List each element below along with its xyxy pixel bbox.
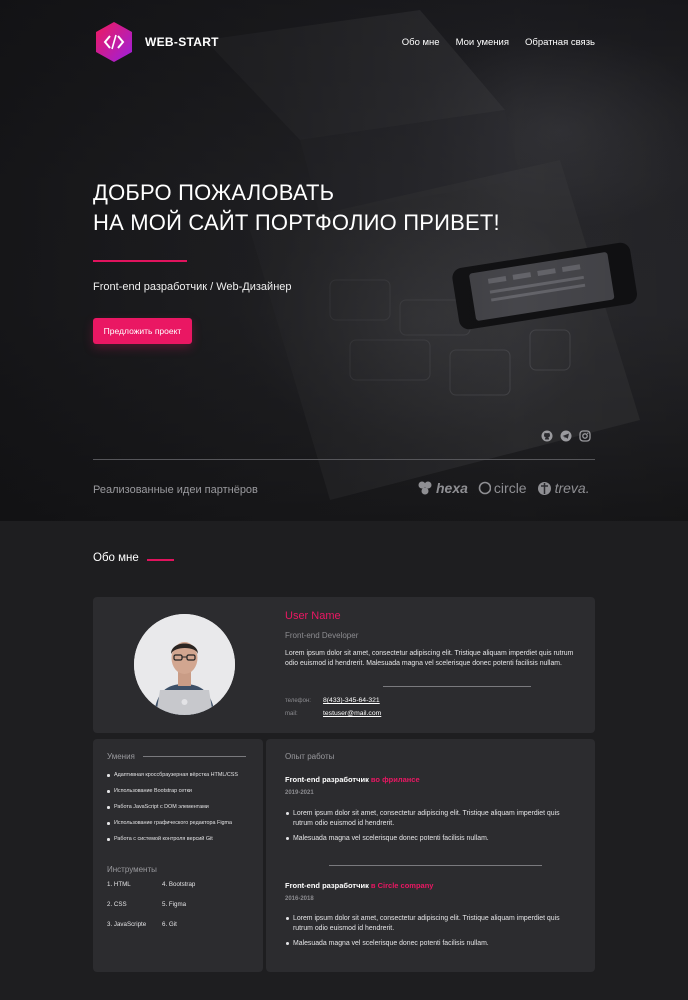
list-item: Lorem ipsum dolor sit amet, consectetur …: [285, 809, 581, 828]
social-links: [541, 429, 591, 442]
phone-link[interactable]: 8(433)-345-64-321: [323, 697, 380, 704]
skills-card: Умения Адаптивная кроссбраузерная вёрстк…: [93, 739, 263, 972]
treva-logo-icon: [537, 481, 551, 495]
experience-divider: [329, 865, 542, 866]
job-role: Front-end разработчик: [285, 775, 371, 784]
skills-title: Умения: [107, 752, 135, 761]
github-icon[interactable]: [541, 429, 553, 442]
avatar: [134, 614, 235, 715]
job-points: Lorem ipsum dolor sit amet, consectetur …: [285, 809, 581, 850]
tool-item: 6. Git: [162, 921, 177, 928]
tools-title: Инструменты: [107, 865, 157, 874]
job-dates: 2019-2021: [285, 790, 314, 796]
list-item: Работа JavaScript с DOM элементами: [106, 804, 238, 820]
tool-item: 5. Figma: [162, 901, 187, 908]
nav-item-about[interactable]: Обо мне: [402, 37, 440, 48]
about-heading: Обо мне: [93, 552, 139, 564]
list-item: Lorem ipsum dolor sit amet, consectetur …: [285, 914, 581, 933]
list-item: Работа с системой контроля версий Git: [106, 836, 238, 852]
list-item: Malesuada magna vel scelerisque donec po…: [285, 834, 581, 844]
list-item: Адаптивная кроссбраузерная вёрстка HTML/…: [106, 772, 238, 788]
hexa-logo-icon: [418, 481, 432, 495]
mail-label: mail:: [285, 711, 298, 717]
list-item: Malesuada magna vel scelerisque donec po…: [285, 939, 581, 949]
experience-title: Опыт работы: [285, 752, 335, 761]
hero-divider: [93, 459, 595, 460]
mail-link[interactable]: testuser@mail.com: [323, 710, 381, 717]
job-place: в Circle company: [370, 881, 434, 890]
telegram-icon[interactable]: [560, 429, 572, 442]
hero-title-line-2: НА МОЙ САЙТ ПОРТФОЛИО ПРИВЕТ!: [93, 210, 500, 235]
list-item: Использование графического редактора Fig…: [106, 820, 238, 836]
partner-treva-label: treva.: [554, 480, 590, 496]
tool-item: 3. JavaScripte: [107, 921, 147, 928]
tool-item: 4. Bootstrap: [162, 881, 196, 888]
user-name: User Name: [285, 610, 341, 622]
instagram-icon[interactable]: [579, 429, 591, 442]
hero-title: ДОБРО ПОЖАЛОВАТЬ НА МОЙ САЙТ ПОРТФОЛИО П…: [93, 178, 500, 238]
phone-label: телефон:: [285, 698, 311, 704]
list-item: Использование Bootstrap сетки: [106, 788, 238, 804]
nav-item-contact[interactable]: Обратная связь: [525, 37, 595, 48]
job-place: во фрилансе: [370, 775, 420, 784]
skills-divider: [143, 756, 246, 757]
user-role: Front-end Developer: [285, 631, 359, 640]
hero-accent-line: [93, 260, 187, 262]
job-dates: 2016-2018: [285, 896, 314, 902]
brand-name[interactable]: WEB-START: [145, 35, 219, 49]
job-role: Front-end разработчик: [285, 881, 371, 890]
tool-item: 1. HTML: [107, 881, 131, 888]
circle-logo-icon: [478, 481, 491, 495]
job-points: Lorem ipsum dolor sit amet, consectetur …: [285, 914, 581, 955]
logo-icon[interactable]: [95, 21, 133, 63]
tool-item: 2. CSS: [107, 901, 127, 908]
main-nav: Обо мне Мои умения Обратная связь: [402, 37, 595, 48]
profile-card: User Name Front-end Developer Lorem ipsu…: [93, 597, 595, 733]
nav-item-skills[interactable]: Мои умения: [456, 37, 509, 48]
partner-hexa-label: hexa: [436, 480, 468, 496]
user-bio: Lorem ipsum dolor sit amet, consectetur …: [285, 650, 574, 667]
tools-list: 1. HTML 4. Bootstrap 2. CSS 5. Figma 3. …: [107, 881, 222, 928]
hero-section: WEB-START Обо мне Мои умения Обратная св…: [0, 0, 688, 521]
profile-divider: [383, 686, 531, 687]
partners-logos: hexa circle treva.: [417, 480, 590, 496]
job-title: Front-end разработчик во фрилансе: [285, 775, 420, 784]
partner-circle[interactable]: circle: [478, 480, 527, 496]
experience-card: Опыт работы Front-end разработчик во фри…: [266, 739, 595, 972]
partners-label: Реализованные идеи партнёров: [93, 484, 258, 496]
partner-treva[interactable]: treva.: [537, 480, 590, 496]
hero-title-line-1: ДОБРО ПОЖАЛОВАТЬ: [93, 180, 335, 205]
partner-hexa[interactable]: hexa: [417, 480, 468, 496]
job-title: Front-end разработчик в Circle company: [285, 881, 433, 890]
partner-circle-label: circle: [493, 480, 527, 496]
propose-project-button[interactable]: Предложить проект: [93, 318, 192, 344]
hero-subtitle: Front-end разработчик / Web-Дизайнер: [93, 281, 292, 293]
skill-list: Адаптивная кроссбраузерная вёрстка HTML/…: [106, 772, 238, 852]
about-accent-line: [147, 559, 174, 561]
